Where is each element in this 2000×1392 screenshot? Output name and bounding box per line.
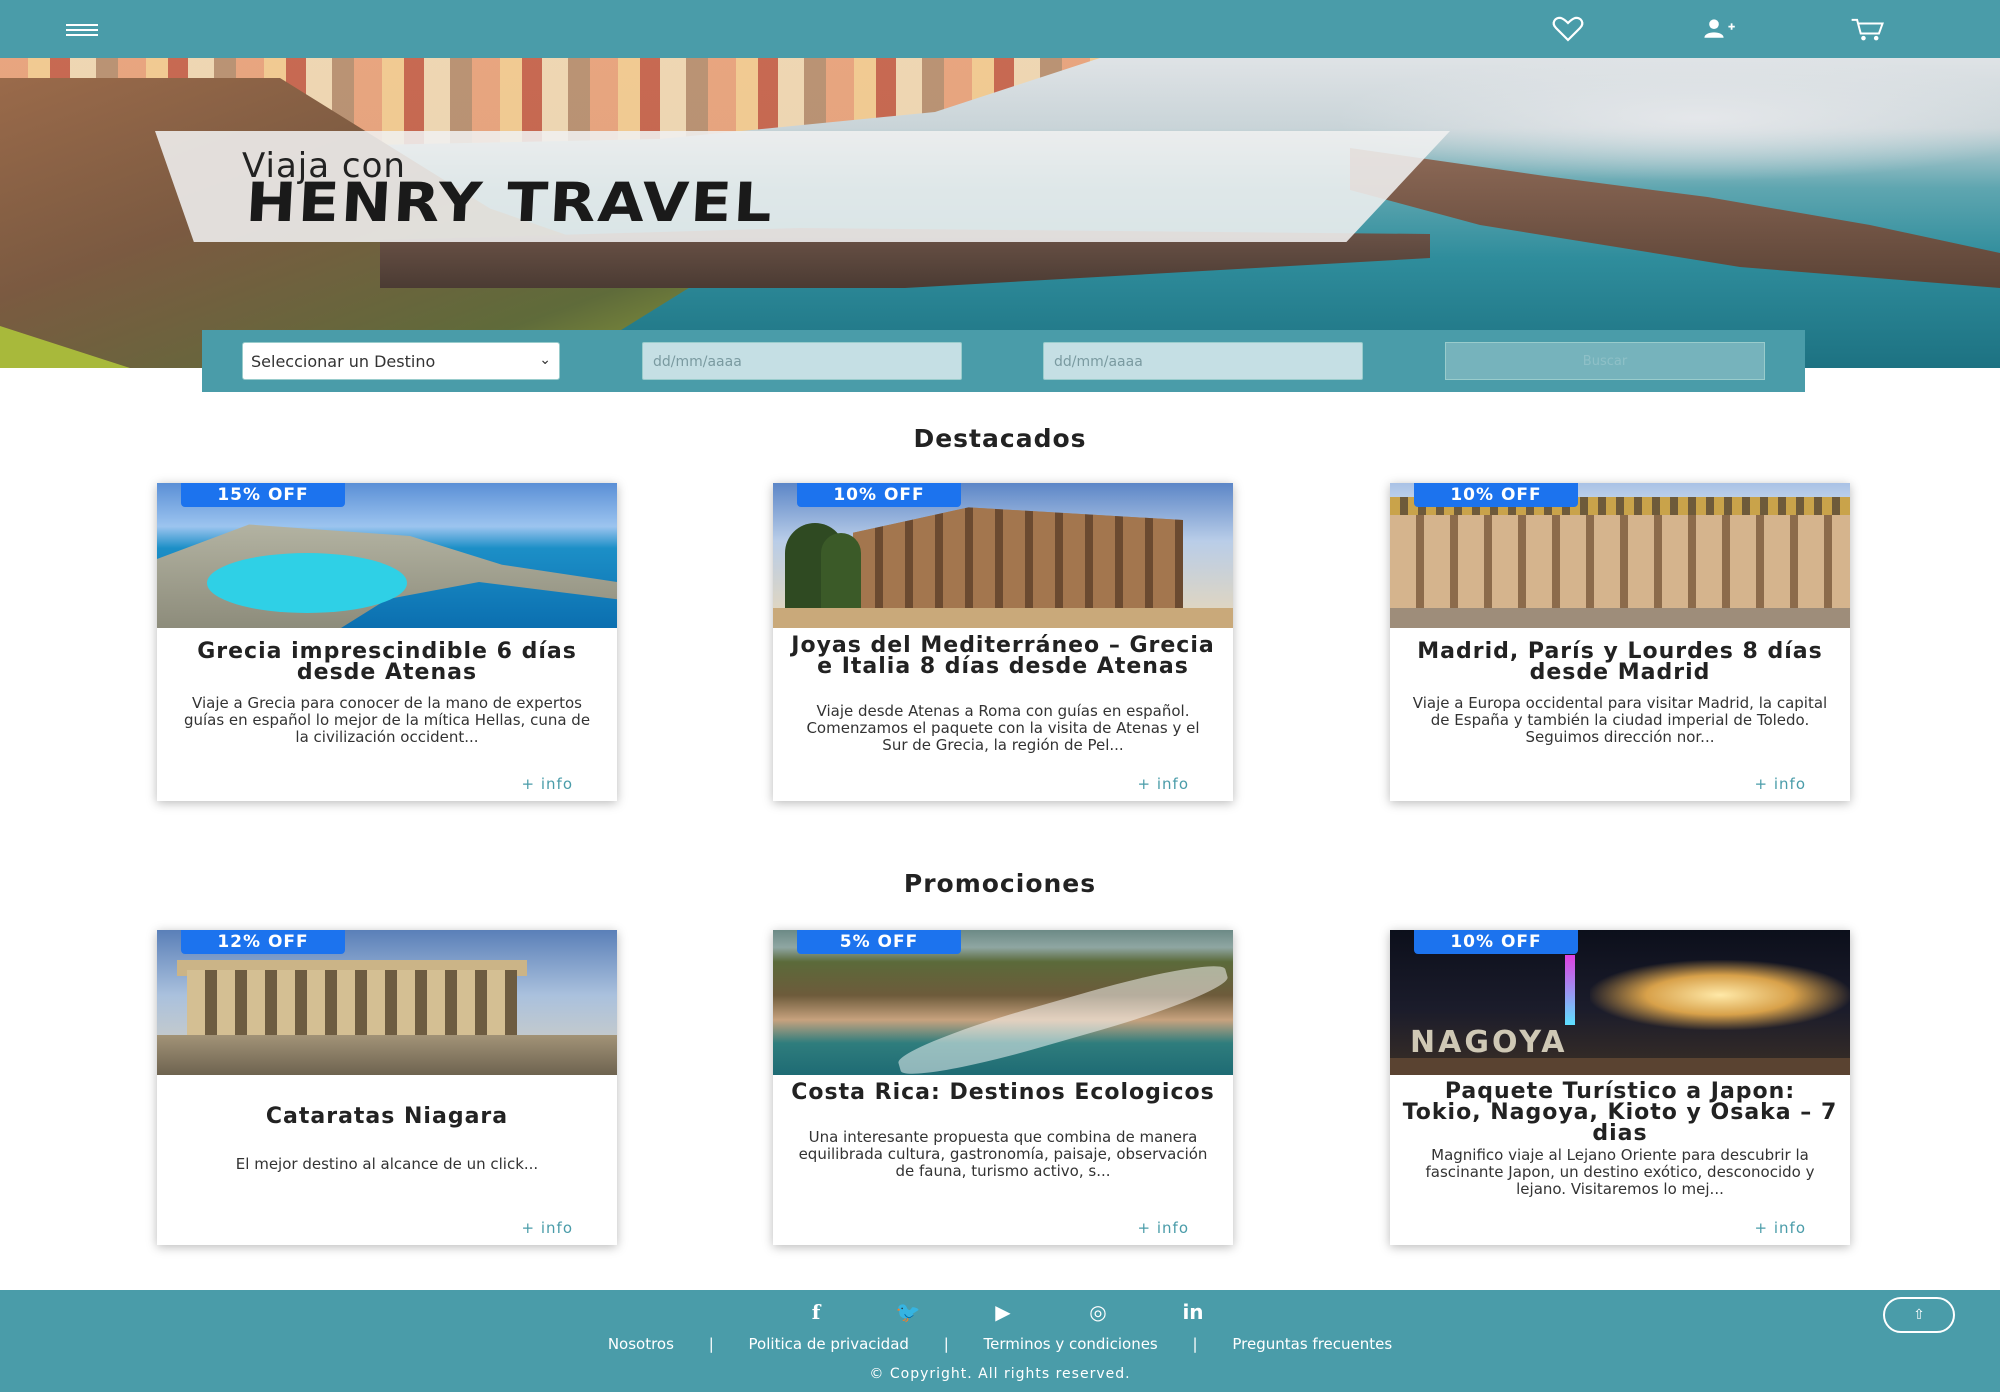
featured-section-title: Destacados: [913, 424, 1087, 453]
shopping-cart-icon[interactable]: [1848, 14, 1888, 44]
card-title: Grecia imprescindible 6 días desde Atena…: [197, 639, 577, 685]
footer-link-faq[interactable]: Preguntas frecuentes: [1232, 1335, 1392, 1353]
discount-badge: 12% OFF: [181, 930, 345, 954]
featured-card-greece[interactable]: 15% OFF Grecia imprescindible 6 días des…: [157, 483, 617, 801]
card-image-sign: NAGOYA: [1410, 1025, 1568, 1060]
footer-link-privacidad[interactable]: Politica de privacidad: [749, 1335, 909, 1353]
footer-separator: |: [943, 1335, 949, 1353]
chevron-down-icon: ⌄: [539, 352, 551, 368]
add-user-icon[interactable]: [1698, 14, 1738, 44]
card-title: Madrid, París y Lourdes 8 días desde Mad…: [1417, 639, 1823, 685]
twitter-icon[interactable]: 🐦: [890, 1300, 926, 1326]
instagram-icon[interactable]: ◎: [1080, 1300, 1116, 1326]
card-description: Viaje desde Atenas a Roma con guías en e…: [806, 702, 1200, 754]
promo-card-japon[interactable]: NAGOYA 10% OFF Paquete Turístico a Japon…: [1390, 930, 1850, 1245]
footer-separator: |: [1192, 1335, 1198, 1353]
destination-select-value: Seleccionar un Destino: [251, 352, 436, 371]
card-description: Viaje a Grecia para conocer de la mano d…: [183, 694, 591, 746]
hero-rocks: [1350, 148, 2000, 288]
arrow-up-icon[interactable]: ⇧: [1883, 1297, 1955, 1333]
card-title: Joyas del Mediterráneo – Grecia e Italia…: [791, 633, 1215, 679]
promos-section-title: Promociones: [903, 869, 1097, 898]
top-navbar: [0, 0, 2000, 58]
more-info-link[interactable]: + info: [1138, 1219, 1189, 1237]
search-button[interactable]: Buscar: [1445, 342, 1765, 380]
more-info-link[interactable]: + info: [522, 775, 573, 793]
featured-card-mediterraneo[interactable]: 10% OFF Joyas del Mediterráneo – Grecia …: [773, 483, 1233, 801]
facebook-icon[interactable]: f: [798, 1300, 834, 1326]
footer-links: Nosotros | Politica de privacidad | Term…: [0, 1335, 2000, 1353]
discount-badge: 10% OFF: [1414, 930, 1578, 954]
heart-icon[interactable]: [1548, 14, 1588, 44]
card-title: Cataratas Niagara: [265, 1104, 509, 1129]
discount-badge: 10% OFF: [1414, 483, 1578, 507]
date-to-input[interactable]: dd/mm/aaaa: [1043, 342, 1363, 380]
destination-select[interactable]: Seleccionar un Destino ⌄: [242, 342, 560, 380]
discount-badge: 5% OFF: [797, 930, 961, 954]
footer-link-nosotros[interactable]: Nosotros: [608, 1335, 674, 1353]
promo-card-costa-rica[interactable]: 5% OFF Costa Rica: Destinos Ecologicos U…: [773, 930, 1233, 1245]
card-description: El mejor destino al alcance de un click.…: [235, 1155, 539, 1173]
date-from-input[interactable]: dd/mm/aaaa: [642, 342, 962, 380]
more-info-link[interactable]: + info: [1755, 1219, 1806, 1237]
discount-badge: 10% OFF: [797, 483, 961, 507]
copyright-text: © Copyright. All rights reserved.: [869, 1366, 1131, 1382]
hero-brand-title: HENRY TRAVEL: [244, 171, 776, 235]
more-info-link[interactable]: + info: [522, 1219, 573, 1237]
card-description: Una interesante propuesta que combina de…: [798, 1128, 1208, 1180]
youtube-icon[interactable]: ▶: [985, 1300, 1021, 1326]
card-description: Viaje a Europa occidental para visitar M…: [1412, 694, 1828, 746]
featured-card-madrid[interactable]: 10% OFF Madrid, París y Lourdes 8 días d…: [1390, 483, 1850, 801]
card-title: Paquete Turístico a Japon: Tokio, Nagoya…: [1402, 1079, 1838, 1146]
hamburger-menu-icon[interactable]: [62, 14, 102, 44]
linkedin-icon[interactable]: in: [1175, 1300, 1211, 1326]
footer-separator: |: [708, 1335, 714, 1353]
more-info-link[interactable]: + info: [1755, 775, 1806, 793]
more-info-link[interactable]: + info: [1138, 775, 1189, 793]
discount-badge: 15% OFF: [181, 483, 345, 507]
card-title: Costa Rica: Destinos Ecologicos: [791, 1080, 1215, 1105]
promo-card-niagara[interactable]: 12% OFF Cataratas Niagara El mejor desti…: [157, 930, 617, 1245]
card-description: Magnifico viaje al Lejano Oriente para d…: [1425, 1146, 1815, 1198]
footer-link-terminos[interactable]: Terminos y condiciones: [984, 1335, 1158, 1353]
